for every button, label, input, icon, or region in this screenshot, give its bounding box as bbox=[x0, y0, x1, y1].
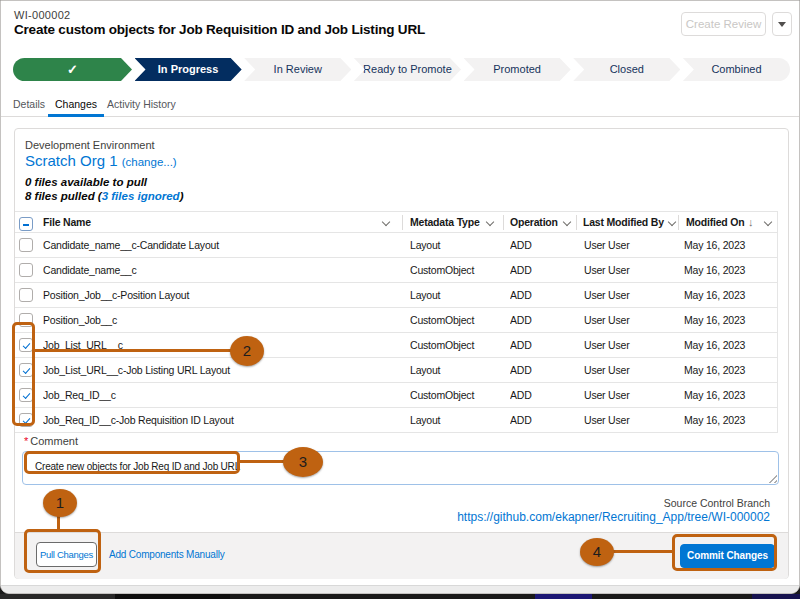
tab-bar: Details Changes Activity History bbox=[1, 94, 799, 117]
table-header: File Name Metadata Type Operation Last M… bbox=[15, 211, 778, 233]
column-header-modified-on[interactable]: Modified On bbox=[686, 212, 744, 233]
resize-handle-icon[interactable] bbox=[768, 474, 777, 483]
path-stage-closed[interactable]: Closed bbox=[573, 58, 680, 81]
annotation-box-checkboxes bbox=[12, 322, 35, 426]
row-checkbox[interactable] bbox=[19, 288, 33, 302]
column-filter-icon[interactable] bbox=[764, 218, 772, 226]
checkmark-icon: ✓ bbox=[67, 62, 78, 77]
select-all-checkbox[interactable] bbox=[19, 217, 33, 231]
annotation-box-pull-changes bbox=[24, 529, 101, 573]
column-filter-icon[interactable] bbox=[382, 218, 390, 226]
comment-label: *Comment bbox=[24, 435, 78, 447]
scratch-org-link[interactable]: Scratch Org 1 bbox=[25, 152, 118, 169]
column-filter-icon[interactable] bbox=[668, 218, 676, 226]
table-row: Candidate_name__c-Candidate Layout Layou… bbox=[15, 233, 778, 258]
work-item-id: WI-000002 bbox=[14, 9, 71, 21]
tab-changes[interactable]: Changes bbox=[48, 94, 104, 117]
path-stage-completed[interactable]: ✓ bbox=[13, 58, 132, 81]
annotation-step-3: 3 bbox=[283, 447, 323, 477]
row-checkbox[interactable] bbox=[19, 263, 33, 277]
create-review-button[interactable]: Create Review bbox=[681, 12, 766, 36]
column-filter-icon[interactable] bbox=[563, 218, 571, 226]
add-components-manually-link[interactable]: Add Components Manually bbox=[109, 549, 224, 560]
path-stage-ready-to-promote[interactable]: Ready to Promote bbox=[354, 58, 461, 81]
annotation-step-1: 1 bbox=[43, 489, 77, 517]
table-row: Job_Req_ID__c CustomObject ADD User User… bbox=[15, 383, 778, 408]
annotation-line-1 bbox=[57, 516, 60, 530]
change-org-link[interactable]: (change...) bbox=[122, 156, 177, 168]
changes-card: Development Environment Scratch Org 1 (c… bbox=[14, 128, 789, 579]
row-checkbox[interactable] bbox=[19, 238, 33, 252]
tab-activity-history[interactable]: Activity History bbox=[107, 94, 176, 117]
column-filter-icon[interactable] bbox=[486, 218, 494, 226]
column-header-last-modified-by[interactable]: Last Modified By bbox=[583, 212, 664, 233]
annotation-box-commit bbox=[672, 534, 777, 571]
table-row: Job_Req_ID__c-Job Requisition ID Layout … bbox=[15, 408, 778, 433]
annotation-line-4 bbox=[613, 550, 672, 553]
table-row: Job_List_URL__c CustomObject ADD User Us… bbox=[15, 333, 778, 358]
path-stage-in-progress[interactable]: In Progress bbox=[135, 58, 242, 81]
annotation-step-2: 2 bbox=[230, 336, 264, 366]
required-asterisk: * bbox=[24, 435, 28, 447]
annotation-step-4: 4 bbox=[580, 538, 614, 566]
page-title: Create custom objects for Job Requisitio… bbox=[14, 22, 425, 37]
window-bottom-chrome bbox=[1, 585, 799, 594]
table-row: Candidate_name__c CustomObject ADD User … bbox=[15, 258, 778, 283]
progress-path: ✓ In Progress In Review Ready to Promote… bbox=[13, 58, 790, 81]
table-row: Position_Job__c CustomObject ADD User Us… bbox=[15, 308, 778, 333]
annotation-box-comment bbox=[24, 451, 240, 474]
files-ignored-link[interactable]: 3 files ignored bbox=[102, 190, 180, 202]
annotation-line-3 bbox=[240, 460, 284, 463]
table-row: Position_Job__c-Position Layout Layout A… bbox=[15, 283, 778, 308]
path-stage-in-review[interactable]: In Review bbox=[244, 58, 351, 81]
files-available-text: 0 files available to pull bbox=[25, 176, 147, 188]
development-environment-label: Development Environment bbox=[25, 139, 155, 151]
table-row: Job_List_URL__c-Job Listing URL Layout L… bbox=[15, 358, 778, 383]
dropdown-arrow-icon bbox=[778, 22, 786, 27]
branch-url-link[interactable]: https://github.com/ekapner/Recruiting_Ap… bbox=[270, 510, 770, 524]
source-control-branch-label: Source Control Branch bbox=[470, 497, 770, 509]
column-header-file-name[interactable]: File Name bbox=[43, 212, 91, 233]
column-header-metadata-type[interactable]: Metadata Type bbox=[410, 212, 480, 233]
sort-descending-icon: ↓ bbox=[748, 212, 753, 233]
path-stage-combined[interactable]: Combined bbox=[683, 58, 790, 81]
files-pulled-text: 8 files pulled (3 files ignored) bbox=[25, 190, 184, 202]
annotation-line-2 bbox=[35, 349, 231, 352]
app-window: WI-000002 Create custom objects for Job … bbox=[0, 0, 800, 594]
tab-details[interactable]: Details bbox=[13, 94, 45, 117]
column-header-operation[interactable]: Operation bbox=[510, 212, 558, 233]
path-stage-promoted[interactable]: Promoted bbox=[464, 58, 571, 81]
create-review-dropdown-button[interactable] bbox=[772, 12, 792, 36]
